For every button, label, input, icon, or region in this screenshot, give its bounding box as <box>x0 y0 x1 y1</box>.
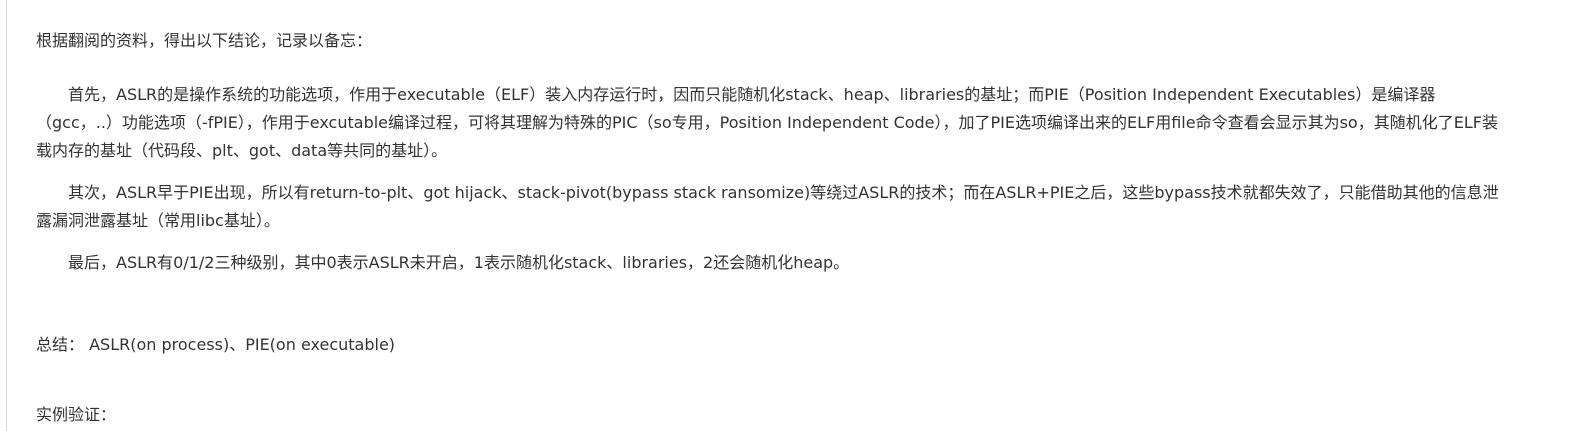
paragraph-line: 载内存的基址（代码段、plt、got、data等共同的基址）。 <box>36 141 448 160</box>
summary-text: 总结： ASLR(on process)、PIE(on executable) <box>36 335 396 354</box>
paragraph-line: 露漏洞泄露基址（常用libc基址）。 <box>36 211 280 230</box>
example-heading: 实例验证： <box>36 405 117 424</box>
intro-text: 根据翻阅的资料，得出以下结论，记录以备忘： <box>36 31 373 50</box>
paragraph-line: 其次，ASLR早于PIE出现，所以有return-to-plt、got hija… <box>68 183 1499 202</box>
paragraph-aslr-levels: 最后，ASLR有0/1/2三种级别，其中0表示ASLR未开启，1表示随机化sta… <box>36 249 1566 277</box>
article-body: 根据翻阅的资料，得出以下结论，记录以备忘： 首先，ASLR的是操作系统的功能选项… <box>36 27 1566 429</box>
paragraph-aslr-pie-definition: 首先，ASLR的是操作系统的功能选项，作用于executable（ELF）装入内… <box>36 81 1566 165</box>
left-divider <box>6 0 7 431</box>
paragraph-line: （gcc，..）功能选项（-fPIE），作用于excutable编译过程，可将其… <box>36 113 1498 132</box>
article-page: 根据翻阅的资料，得出以下结论，记录以备忘： 首先，ASLR的是操作系统的功能选项… <box>0 0 1591 431</box>
paragraph-bypass-techniques: 其次，ASLR早于PIE出现，所以有return-to-plt、got hija… <box>36 179 1566 235</box>
paragraph-line: 最后，ASLR有0/1/2三种级别，其中0表示ASLR未开启，1表示随机化sta… <box>68 253 850 272</box>
paragraph-line: 首先，ASLR的是操作系统的功能选项，作用于executable（ELF）装入内… <box>68 85 1436 104</box>
